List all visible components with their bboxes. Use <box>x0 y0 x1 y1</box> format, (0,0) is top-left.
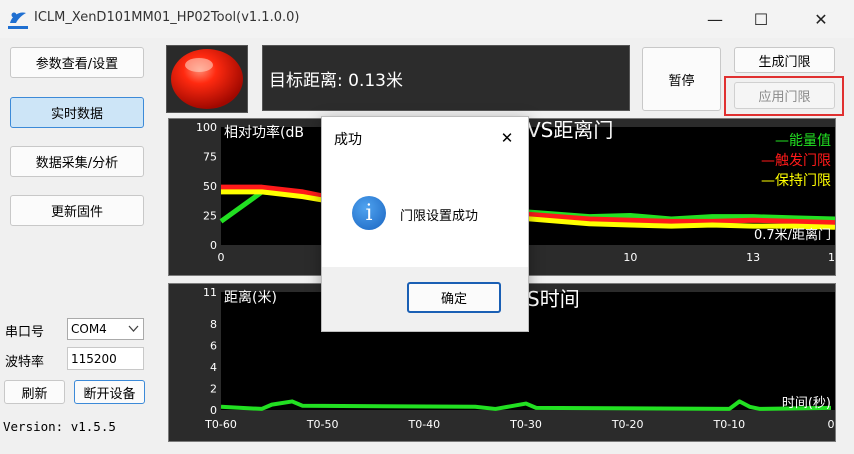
ok-button[interactable]: 确定 <box>407 282 501 313</box>
x-tick-label: T0-30 <box>509 418 542 431</box>
y-tick-label: 2 <box>210 383 217 396</box>
dialog-close-icon[interactable]: ✕ <box>494 127 520 149</box>
title-bar: ICLM_XenD101MM01_HP02Tool(v1.1.0.0) — ☐ … <box>0 0 854 38</box>
x-tick-label: 0 <box>828 418 835 431</box>
y-tick-label: 75 <box>203 151 217 164</box>
y-tick-label: 50 <box>203 180 217 193</box>
success-dialog: 成功 ✕ i 门限设置成功 确定 <box>321 116 529 332</box>
dialog-title: 成功 <box>334 132 362 148</box>
legend-entry-2: —保持门限 <box>761 173 831 189</box>
y-tick-label: 0 <box>210 404 217 417</box>
minimize-button[interactable]: — <box>692 0 738 38</box>
target-distance-panel: 目标距离: 0.13米 <box>262 45 630 111</box>
y-tick-label: 8 <box>210 318 217 331</box>
legend-entry-1: —触发门限 <box>761 153 831 169</box>
port-select[interactable]: COM4 <box>67 318 144 340</box>
params-button[interactable]: 参数查看/设置 <box>10 47 144 78</box>
port-select-value: COM4 <box>71 322 107 336</box>
legend-entry-0: —能量值 <box>775 133 831 149</box>
baud-input-value: 115200 <box>71 352 117 366</box>
generate-threshold-button[interactable]: 生成门限 <box>734 47 835 73</box>
chart-title: S时间 <box>527 287 580 311</box>
x-tick-label: 13 <box>746 251 760 264</box>
baud-input[interactable]: 115200 <box>67 347 144 370</box>
x-tick-label: T0-10 <box>712 418 745 431</box>
x-axis-label: 时间(秒) <box>782 396 831 411</box>
y-tick-label: 25 <box>203 210 217 223</box>
close-button[interactable]: ✕ <box>798 0 844 38</box>
port-label: 串口号 <box>5 325 45 340</box>
x-tick-label: T0-60 <box>204 418 237 431</box>
info-icon: i <box>352 196 386 230</box>
x-axis-label: 0.7米/距离门 <box>754 227 831 243</box>
x-tick-label: 10 <box>623 251 637 264</box>
chart-title: VS距离门 <box>527 119 613 142</box>
x-tick-label: 0 <box>218 251 225 264</box>
x-tick-label: T0-20 <box>611 418 644 431</box>
y-axis-label: 距离(米) <box>224 289 277 306</box>
disconnect-button[interactable]: 断开设备 <box>74 380 145 404</box>
y-axis-label: 相对功率(dB <box>224 124 304 141</box>
x-tick-label: T0-50 <box>306 418 339 431</box>
y-tick-label: 11 <box>203 286 217 299</box>
x-tick-label: 15 <box>828 251 835 264</box>
y-tick-label: 6 <box>210 340 217 353</box>
refresh-button[interactable]: 刷新 <box>4 380 65 404</box>
dialog-footer: 确定 <box>322 267 528 331</box>
collect-analyze-button[interactable]: 数据采集/分析 <box>10 146 144 177</box>
realtime-button[interactable]: 实时数据 <box>10 97 144 128</box>
alarm-light-icon <box>171 49 243 109</box>
baud-label: 波特率 <box>5 355 45 370</box>
dialog-message: 门限设置成功 <box>400 209 479 224</box>
x-tick-label: T0-40 <box>407 418 440 431</box>
alarm-indicator-panel <box>166 45 248 113</box>
app-logo-icon <box>8 12 28 29</box>
apply-threshold-button[interactable]: 应用门限 <box>734 82 835 109</box>
pause-button[interactable]: 暂停 <box>642 47 721 111</box>
update-firmware-button[interactable]: 更新固件 <box>10 195 144 226</box>
chevron-down-icon <box>128 325 139 332</box>
version-text: Version: v1.5.5 <box>3 419 116 434</box>
window-title: ICLM_XenD101MM01_HP02Tool(v1.1.0.0) <box>34 10 300 25</box>
maximize-button[interactable]: ☐ <box>738 0 784 38</box>
y-tick-label: 0 <box>210 239 217 252</box>
target-distance-text: 目标距离: 0.13米 <box>269 71 403 91</box>
y-tick-label: 4 <box>210 361 217 374</box>
y-tick-label: 100 <box>196 121 217 134</box>
